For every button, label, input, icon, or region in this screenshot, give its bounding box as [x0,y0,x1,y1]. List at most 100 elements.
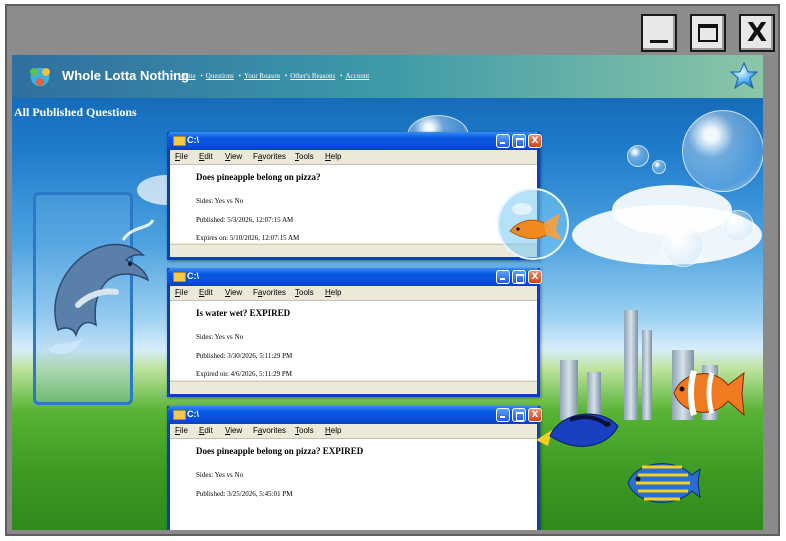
nav-separator: • [238,72,241,80]
blue-tang-icon [536,413,619,447]
folder-icon [173,272,186,282]
window-title: C:\ [187,409,199,419]
question-window[interactable]: C:\ X File Edit View Favorites Tools Hel… [167,406,542,530]
menu-file[interactable]: File [175,288,188,297]
maximize-button[interactable] [512,270,526,284]
menu-tools[interactable]: Tools [295,288,314,297]
menu-access-key: V [225,426,231,435]
minimize-button[interactable] [641,14,677,52]
clownfish-icon [673,370,745,417]
minimize-button[interactable] [496,270,510,284]
star-icon[interactable] [729,61,759,91]
status-bar [170,381,537,394]
question-card[interactable]: Does pineapple belong on pizza? EXPIRED … [170,438,537,530]
bubble-decoration [722,210,754,242]
menu-favorites[interactable]: Favorites [253,426,286,435]
angelfish-icon [627,463,701,503]
menu-file[interactable]: File [175,426,188,435]
globe-people-icon [29,66,51,88]
menu-view[interactable]: View [225,288,242,297]
nav-separator: • [339,72,343,80]
menu-favorites[interactable]: Favorites [253,152,286,161]
question-window[interactable]: C:\ X File Edit View Favorites Tools Hel… [167,268,542,397]
menu-tools[interactable]: Tools [295,152,314,161]
close-icon: X [531,272,539,282]
question-published: Published: 5/3/2026, 12:07:15 AM [196,216,294,224]
window-titlebar: X [7,6,778,58]
question-card[interactable]: Is water wet? EXPIRED Sides: Yes vs No P… [170,300,537,380]
menu-access-key: T [295,426,299,435]
dolphin-icon [48,219,155,355]
close-button[interactable]: X [528,270,542,284]
status-bar [170,244,537,257]
question-card[interactable]: Does pineapple belong on pizza? Sides: Y… [170,164,537,243]
maximize-button[interactable] [512,134,526,148]
window-title-bar[interactable]: C:\ X [167,132,542,150]
page-title: All Published Questions [14,105,137,119]
menu-access-key: H [325,152,331,161]
window-title-bar[interactable]: C:\ X [167,268,542,286]
minimize-icon [500,416,505,418]
site-header: Whole Lotta Nothing • Home • Questions • Yo… [12,55,763,98]
bubble-decoration [627,145,649,167]
minimize-icon [650,40,668,43]
question-published: Published: 3/25/2026, 5:45:01 PM [196,490,293,498]
minimize-icon [500,142,505,144]
nav-separator: • [173,72,176,80]
menu-access-key: E [199,152,205,161]
menu-access-key: F [175,152,180,161]
window-title-bar[interactable]: C:\ X [167,406,542,424]
menu-access-key: F [175,426,180,435]
menu-file[interactable]: File [175,152,188,161]
question-published: Published: 3/30/2026, 5:11:29 PM [196,352,293,360]
close-button[interactable]: X [739,14,775,52]
nav-link-your-reason[interactable]: Your Reason [244,72,280,80]
minimize-icon [500,278,505,280]
folder-icon [173,410,186,420]
folder-icon [173,136,186,146]
menu-access-key: T [295,152,299,161]
nav-link-account[interactable]: Account [345,72,369,80]
skyscraper-decoration [624,310,638,420]
menu-help[interactable]: Help [325,152,341,161]
question-window[interactable]: C:\ X File Edit View Favorites Tools Hel… [167,132,542,260]
menu-tools[interactable]: Tools [295,426,314,435]
menu-access-key: E [199,426,205,435]
question-title[interactable]: Is water wet? EXPIRED [196,308,290,318]
menu-favorites[interactable]: Favorites [253,288,286,297]
question-title[interactable]: Does pineapple belong on pizza? EXPIRED [196,446,363,456]
menu-access-key: V [225,152,231,161]
minimize-button[interactable] [496,408,510,422]
bubble-decoration [662,225,704,267]
menu-bar: File Edit View Favorites Tools Help [170,286,537,300]
menu-view[interactable]: View [225,426,242,435]
menu-access-key: V [225,288,231,297]
nav-separator: • [284,72,288,80]
site-nav: • Home • Questions • Your Reason • Other's R… [170,72,369,80]
nav-link-home[interactable]: Home [178,72,195,80]
goldfish-bubble-icon [497,188,569,260]
menu-access-key: F [175,288,180,297]
question-title[interactable]: Does pineapple belong on pizza? [196,172,321,182]
nav-link-others-reasons[interactable]: Other's Reasons [290,72,335,80]
menu-edit[interactable]: Edit [199,152,213,161]
menu-access-key: H [325,426,331,435]
menu-help[interactable]: Help [325,288,341,297]
menu-bar: File Edit View Favorites Tools Help [170,150,537,164]
nav-separator: • [200,72,203,80]
maximize-icon [698,24,718,42]
bubble-decoration [682,110,763,192]
maximize-button[interactable] [512,408,526,422]
menu-access-key: a [257,288,263,297]
menu-view[interactable]: View [225,152,242,161]
menu-edit[interactable]: Edit [199,288,213,297]
menu-help[interactable]: Help [325,426,341,435]
question-sides: Sides: Yes vs No [196,471,244,479]
question-sides: Sides: Yes vs No [196,197,244,205]
page-viewport[interactable]: Whole Lotta Nothing • Home • Questions • Yo… [12,55,763,530]
minimize-button[interactable] [496,134,510,148]
maximize-button[interactable] [690,14,726,52]
menu-edit[interactable]: Edit [199,426,213,435]
close-button[interactable]: X [528,134,542,148]
nav-link-questions[interactable]: Questions [206,72,234,80]
